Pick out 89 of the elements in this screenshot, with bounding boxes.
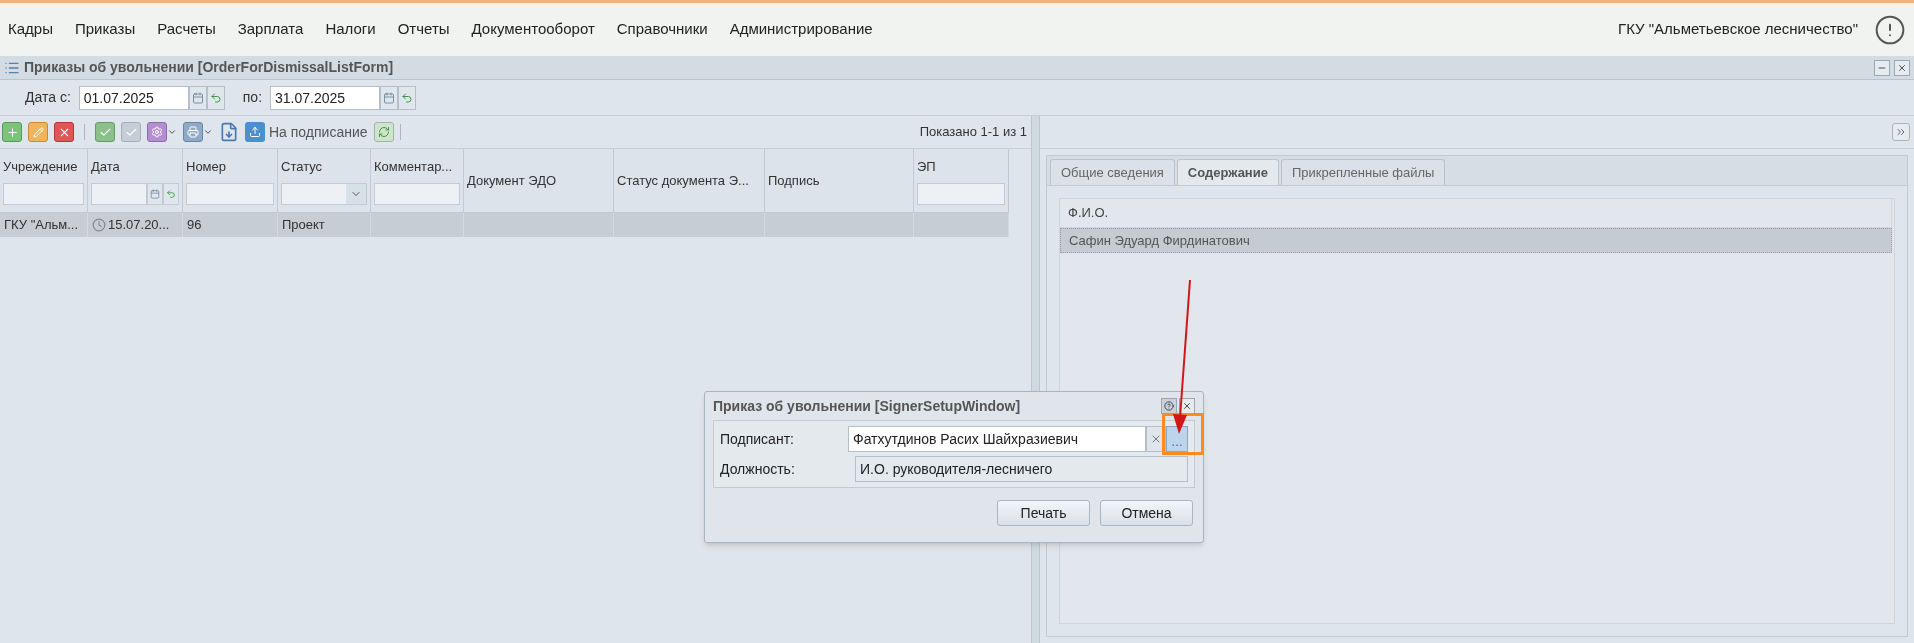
tab[interactable]: Общие сведения: [1050, 159, 1175, 185]
sign-button[interactable]: На подписание: [245, 121, 368, 143]
calendar-button[interactable]: [147, 182, 163, 205]
dialog-button[interactable]: Печать: [997, 500, 1090, 526]
select-button[interactable]: …: [1166, 426, 1188, 452]
menu-item[interactable]: Документооборот: [471, 18, 595, 41]
caret-icon: [167, 127, 177, 137]
close-icon: [1182, 401, 1192, 411]
menu-item[interactable]: Приказы: [74, 18, 136, 41]
position-field[interactable]: И.О. руководителя-лесничего: [855, 456, 1188, 482]
menu-item[interactable]: Администрирование: [729, 18, 873, 41]
refresh-icon: [377, 126, 390, 138]
caret-icon: [346, 183, 366, 204]
tab[interactable]: Содержание: [1176, 159, 1279, 185]
calendar-button[interactable]: [380, 85, 399, 110]
approve-button[interactable]: [95, 122, 115, 142]
clear-icon: [1150, 433, 1162, 445]
back-arrow-icon: [401, 91, 414, 104]
date-label: по:: [242, 88, 263, 107]
organization-name: ГКУ "Альметьевское лесничество": [1618, 19, 1858, 40]
signer-field[interactable]: Фатхутдинов Расих Шайхразиевич: [848, 426, 1146, 452]
dialog-title: Приказ об увольнении [SignerSetupWindow]: [713, 396, 1021, 416]
table-cell-text: 15.07.20...: [108, 216, 170, 235]
alert-icon[interactable]: [1874, 13, 1906, 46]
back-arrow-icon: [209, 91, 222, 104]
gear-icon: [151, 126, 163, 138]
tab[interactable]: Прикрепленные файлы: [1280, 159, 1446, 185]
column-header[interactable]: Статус: [278, 149, 371, 213]
column-header[interactable]: Номер: [183, 149, 278, 213]
filter-field[interactable]: [3, 182, 84, 205]
filter-dropdown[interactable]: [281, 182, 367, 205]
filter-field[interactable]: [917, 182, 1005, 205]
paging-info: Показано 1-1 из 1: [919, 123, 1028, 142]
clock-icon: [92, 218, 106, 232]
menu-item[interactable]: Расчеты: [157, 18, 216, 41]
table-cell-text: 96: [187, 216, 202, 235]
document-download-icon[interactable]: [219, 122, 239, 142]
filter-field[interactable]: [186, 182, 274, 205]
help-button[interactable]: [1161, 398, 1177, 414]
plus-icon: [5, 125, 19, 139]
close-icon: [1897, 62, 1907, 73]
menu-item[interactable]: Справочники: [616, 18, 708, 41]
menu-item[interactable]: Налоги: [325, 18, 376, 41]
window-title: Приказы об увольнении [OrderForDismissalListForm]: [24, 58, 394, 77]
column-header[interactable]: Учреждение: [0, 149, 88, 213]
back-arrow-icon: [166, 188, 176, 199]
date-field[interactable]: 01.07.2025: [78, 85, 189, 110]
calendar-icon: [383, 91, 396, 104]
filter-field[interactable]: [91, 182, 147, 205]
dialog-button[interactable]: Отмена: [1100, 500, 1193, 526]
column-header[interactable]: ЭП: [914, 149, 1009, 213]
field-label: Должность:: [720, 459, 796, 479]
column-header[interactable]: Статус документа Э...: [614, 149, 765, 213]
caret-icon: [203, 127, 213, 137]
clear-date-button[interactable]: [163, 182, 179, 205]
printer-icon: [187, 126, 199, 138]
table-row[interactable]: ГКУ "Альм... 15.07.20... 96 Проект: [0, 213, 1009, 237]
calendar-button[interactable]: [188, 85, 207, 110]
table-cell-text: ГКУ "Альм...: [4, 216, 79, 235]
clear-date-button[interactable]: [206, 85, 225, 110]
calendar-icon: [150, 188, 160, 199]
menu-item[interactable]: Зарплата: [237, 18, 304, 41]
column-header[interactable]: Дата: [88, 149, 183, 213]
date-field[interactable]: 31.07.2025: [270, 85, 381, 110]
print-button[interactable]: [183, 122, 213, 142]
column-header[interactable]: Комментар...: [371, 149, 464, 213]
close-button[interactable]: [1894, 59, 1910, 76]
refresh-button[interactable]: [373, 122, 394, 142]
clear-date-button[interactable]: [398, 85, 417, 110]
menu-item[interactable]: Отчеты: [397, 18, 450, 41]
table-row[interactable]: Сафин Эдуард Фирдинатович: [1060, 228, 1892, 253]
edit-button[interactable]: [28, 122, 48, 142]
table-cell-text: Проект: [282, 216, 325, 235]
calendar-icon: [191, 91, 204, 104]
add-button[interactable]: [2, 122, 22, 142]
menu-item[interactable]: Кадры: [8, 18, 53, 41]
collapse-button[interactable]: [1892, 123, 1910, 141]
approve-button[interactable]: [121, 122, 141, 142]
date-label: Дата с:: [25, 88, 71, 107]
double-chevron-icon: [1895, 126, 1907, 138]
column-header[interactable]: Подпись: [765, 149, 914, 213]
pencil-icon: [32, 126, 44, 138]
field-label: Подписант:: [720, 429, 795, 449]
column-header[interactable]: Документ ЭДО: [464, 149, 614, 213]
filter-field[interactable]: [374, 182, 460, 205]
upload-icon: [249, 126, 261, 138]
help-icon: [1164, 401, 1174, 411]
settings-button[interactable]: [147, 122, 177, 142]
delete-button[interactable]: [54, 122, 74, 142]
